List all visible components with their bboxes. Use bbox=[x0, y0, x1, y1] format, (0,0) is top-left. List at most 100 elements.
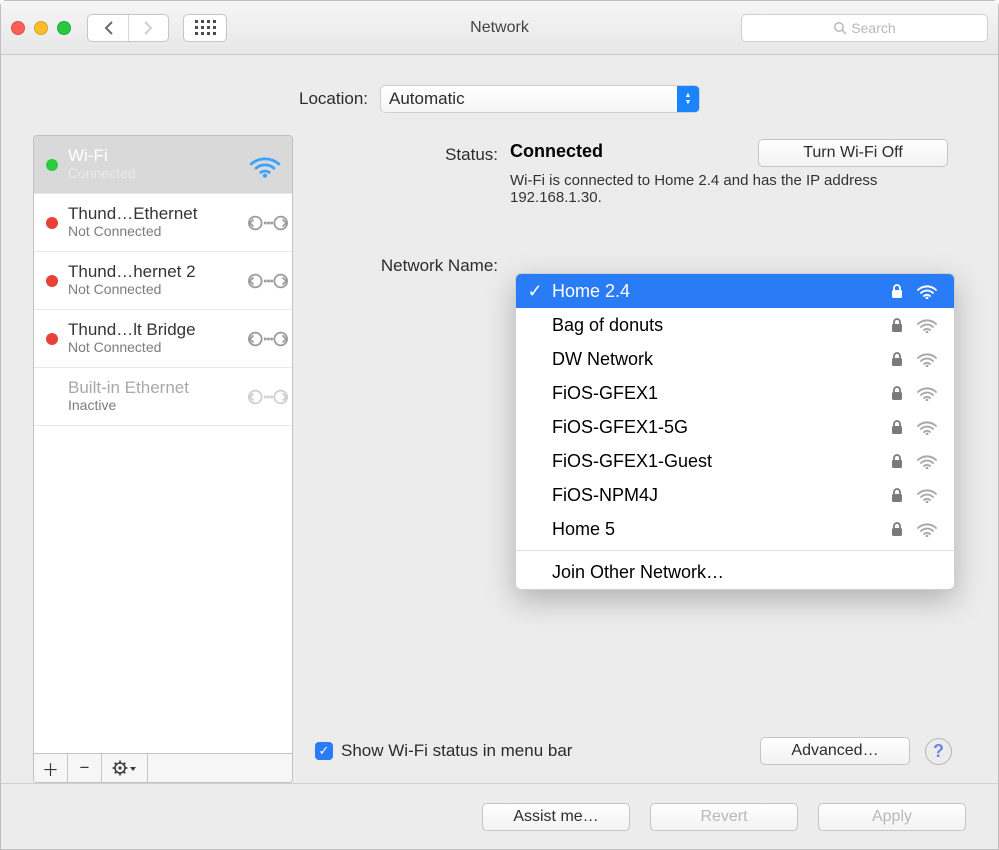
window-title: Network bbox=[470, 19, 529, 37]
status-dot bbox=[46, 333, 58, 345]
zoom-button[interactable] bbox=[57, 21, 71, 35]
search-input[interactable]: Search bbox=[741, 14, 988, 42]
wifi-network-name: Home 2.4 bbox=[552, 281, 882, 302]
wifi-network-name: FiOS-GFEX1-Guest bbox=[552, 451, 882, 472]
help-button[interactable]: ? bbox=[925, 738, 952, 765]
details-pane: Status: Connected Wi-Fi is connected to … bbox=[315, 135, 966, 783]
join-other-network-item[interactable]: Join Other Network… bbox=[516, 555, 954, 589]
lock-icon bbox=[890, 419, 904, 435]
lock-icon bbox=[890, 351, 904, 367]
ethernet-icon bbox=[248, 326, 288, 352]
lock-icon bbox=[890, 317, 904, 333]
service-item-wi-fi[interactable]: Wi-Fi Connected bbox=[34, 136, 292, 194]
service-item-thund-lt-bridge[interactable]: Thund…lt Bridge Not Connected bbox=[34, 310, 292, 368]
search-placeholder: Search bbox=[851, 20, 895, 36]
location-value: Automatic bbox=[389, 89, 465, 109]
wifi-network-name: Home 5 bbox=[552, 519, 882, 540]
services-list: Wi-Fi Connected Thund…Ethernet Not Conne… bbox=[34, 136, 292, 753]
service-status: Connected bbox=[68, 166, 238, 181]
chevron-up-down-icon: ▲▼ bbox=[677, 86, 699, 112]
status-dot bbox=[46, 159, 58, 171]
remove-service-button[interactable]: − bbox=[68, 754, 102, 782]
wifi-network-item[interactable]: Home 5 bbox=[516, 512, 954, 546]
network-prefs-window: Network Search Location: Automatic ▲▼ Wi… bbox=[0, 0, 999, 850]
service-title: Wi-Fi bbox=[68, 147, 238, 166]
wifi-icon bbox=[916, 351, 938, 367]
ethernet-icon bbox=[248, 384, 288, 410]
service-title: Thund…Ethernet bbox=[68, 205, 238, 224]
revert-button[interactable]: Revert bbox=[650, 803, 798, 831]
services-sidebar: Wi-Fi Connected Thund…Ethernet Not Conne… bbox=[33, 135, 293, 783]
nav-buttons bbox=[87, 14, 169, 42]
wifi-network-name: Bag of donuts bbox=[552, 315, 882, 336]
add-service-button[interactable]: ＋ bbox=[34, 754, 68, 782]
forward-button[interactable] bbox=[128, 15, 168, 41]
wifi-network-item[interactable]: DW Network bbox=[516, 342, 954, 376]
wifi-icon bbox=[916, 521, 938, 537]
status-label: Status: bbox=[315, 141, 510, 206]
advanced-button[interactable]: Advanced… bbox=[760, 737, 910, 765]
status-dot bbox=[46, 275, 58, 287]
lock-icon bbox=[890, 453, 904, 469]
close-button[interactable] bbox=[11, 21, 25, 35]
wifi-network-item[interactable]: FiOS-GFEX1 bbox=[516, 376, 954, 410]
service-title: Built-in Ethernet bbox=[68, 379, 238, 398]
titlebar: Network Search bbox=[1, 1, 998, 55]
wifi-icon bbox=[916, 453, 938, 469]
lock-icon bbox=[890, 521, 904, 537]
wifi-network-name: FiOS-NPM4J bbox=[552, 485, 882, 506]
service-status: Not Connected bbox=[68, 224, 238, 239]
wifi-icon bbox=[916, 385, 938, 401]
service-item-built-in-ethernet[interactable]: Built-in Ethernet Inactive bbox=[34, 368, 292, 426]
show-menu-bar-row: ✓ Show Wi-Fi status in menu bar bbox=[315, 741, 572, 761]
search-wrap: Search bbox=[741, 14, 988, 42]
wifi-network-name: FiOS-GFEX1-5G bbox=[552, 417, 882, 438]
wifi-network-name: FiOS-GFEX1 bbox=[552, 383, 882, 404]
network-name-dropdown[interactable]: ✓ Home 2.4 Bag of donuts DW Network bbox=[515, 273, 955, 590]
turn-wifi-off-button[interactable]: Turn Wi-Fi Off bbox=[758, 139, 948, 167]
service-actions-menu[interactable] bbox=[102, 754, 148, 782]
service-status: Not Connected bbox=[68, 340, 238, 355]
wifi-network-item[interactable]: FiOS-NPM4J bbox=[516, 478, 954, 512]
gear-icon bbox=[112, 760, 138, 776]
network-name-label: Network Name: bbox=[315, 252, 510, 276]
footer: Assist me… Revert Apply bbox=[1, 783, 998, 849]
status-desc: Wi-Fi is connected to Home 2.4 and has t… bbox=[510, 172, 880, 206]
ethernet-icon bbox=[248, 210, 288, 236]
show-menu-bar-checkbox[interactable]: ✓ bbox=[315, 742, 333, 760]
location-select[interactable]: Automatic ▲▼ bbox=[380, 85, 700, 113]
service-title: Thund…lt Bridge bbox=[68, 321, 238, 340]
wifi-network-item[interactable]: FiOS-GFEX1-Guest bbox=[516, 444, 954, 478]
wifi-network-item[interactable]: Bag of donuts bbox=[516, 308, 954, 342]
dropdown-separator bbox=[516, 550, 954, 551]
wifi-network-item[interactable]: ✓ Home 2.4 bbox=[516, 274, 954, 308]
service-status: Not Connected bbox=[68, 282, 238, 297]
lock-icon bbox=[890, 487, 904, 503]
search-icon bbox=[833, 21, 847, 35]
service-status: Inactive bbox=[68, 398, 238, 413]
grid-icon bbox=[195, 20, 216, 35]
location-label: Location: bbox=[299, 89, 368, 109]
ethernet-icon bbox=[248, 268, 288, 294]
wifi-icon bbox=[248, 152, 282, 178]
service-item-thund-hernet-2[interactable]: Thund…hernet 2 Not Connected bbox=[34, 252, 292, 310]
content: Location: Automatic ▲▼ Wi-Fi Connected T… bbox=[1, 55, 998, 849]
back-button[interactable] bbox=[88, 15, 128, 41]
wifi-network-name: DW Network bbox=[552, 349, 882, 370]
sidebar-footer: ＋ − bbox=[34, 753, 292, 782]
traffic-lights bbox=[11, 21, 71, 35]
wifi-icon bbox=[916, 487, 938, 503]
status-dot bbox=[46, 217, 58, 229]
apply-button[interactable]: Apply bbox=[818, 803, 966, 831]
wifi-network-item[interactable]: FiOS-GFEX1-5G bbox=[516, 410, 954, 444]
assist-me-button[interactable]: Assist me… bbox=[482, 803, 630, 831]
status-dot bbox=[46, 391, 58, 403]
lock-icon bbox=[890, 283, 904, 299]
main-row: Wi-Fi Connected Thund…Ethernet Not Conne… bbox=[1, 113, 998, 783]
show-menu-bar-label: Show Wi-Fi status in menu bar bbox=[341, 741, 572, 761]
wifi-icon bbox=[916, 419, 938, 435]
check-icon: ✓ bbox=[526, 281, 544, 302]
show-all-button[interactable] bbox=[183, 14, 227, 42]
minimize-button[interactable] bbox=[34, 21, 48, 35]
service-item-thund-ethernet[interactable]: Thund…Ethernet Not Connected bbox=[34, 194, 292, 252]
